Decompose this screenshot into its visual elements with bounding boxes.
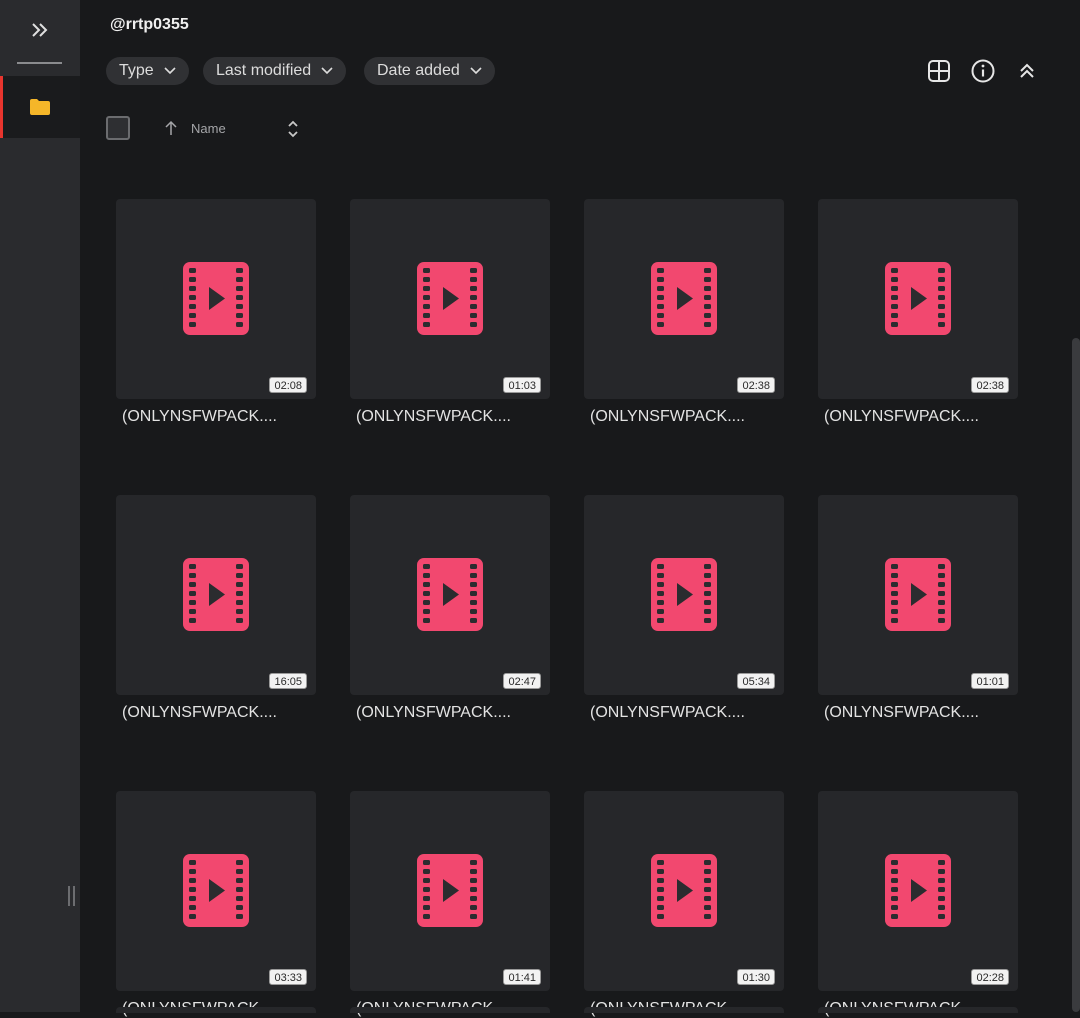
video-duration-badge: 02:38 [737, 377, 775, 393]
sidebar-divider [17, 62, 62, 64]
collapse-up-icon [1020, 63, 1034, 78]
last-modified-filter-label: Last modified [216, 62, 312, 79]
date-added-filter-dropdown[interactable]: Date added [364, 57, 495, 85]
file-thumbnail[interactable]: 16:05 [116, 495, 316, 695]
grid-view-button[interactable] [925, 57, 953, 85]
video-file-icon [183, 558, 249, 631]
page-title: @rrtp0355 [110, 16, 189, 33]
video-duration-badge: 16:05 [269, 673, 307, 689]
video-duration-badge: 02:47 [503, 673, 541, 689]
video-file-icon [651, 262, 717, 335]
scrollbar-thumb[interactable] [1072, 338, 1080, 1012]
sidebar-item-folder[interactable] [0, 76, 80, 138]
video-file-icon [417, 854, 483, 927]
name-column-header[interactable]: Name [191, 121, 226, 136]
file-name: (ONLYNSFWPACK.... [824, 704, 979, 721]
file-card[interactable]: 01:03 (ONLYNSFWPACK.... [350, 199, 550, 426]
video-file-icon [183, 262, 249, 335]
collapse-button[interactable] [1013, 57, 1041, 85]
info-button[interactable] [969, 57, 997, 85]
video-duration-badge: 01:41 [503, 969, 541, 985]
file-card[interactable]: 01:30 (ONLYNSFWPACK.... [584, 791, 784, 1018]
file-name: (ONLYNSFWPACK.... [356, 408, 511, 425]
file-thumbnail[interactable]: 01:41 [350, 791, 550, 991]
double-chevron-right-icon [32, 23, 48, 37]
video-file-icon [885, 854, 951, 927]
chevron-down-icon [321, 67, 333, 75]
video-duration-badge: 02:38 [971, 377, 1009, 393]
file-name: (ONLYNSFWPACK.... [824, 408, 979, 425]
select-all-checkbox[interactable] [106, 116, 130, 140]
file-thumbnail[interactable]: 05:34 [584, 495, 784, 695]
file-name: (ONLYNSFWPACK.... [356, 704, 511, 721]
file-card[interactable]: 02:38 (ONLYNSFWPACK.... [584, 199, 784, 426]
sort-toggle-icon[interactable] [286, 118, 300, 140]
file-grid: 02:08 (ONLYNSFWPACK.... 01:03 (ONLYNSFWP… [116, 199, 1020, 1018]
chevron-down-icon [470, 67, 482, 75]
video-duration-badge: 05:34 [737, 673, 775, 689]
file-thumbnail[interactable]: 01:03 [350, 199, 550, 399]
file-card[interactable]: 01:01 (ONLYNSFWPACK.... [818, 495, 1018, 722]
video-duration-badge: 01:01 [971, 673, 1009, 689]
file-card[interactable]: 02:38 (ONLYNSFWPACK.... [818, 199, 1018, 426]
last-modified-filter-dropdown[interactable]: Last modified [203, 57, 347, 85]
file-thumbnail[interactable]: 01:01 [818, 495, 1018, 695]
video-duration-badge: 02:08 [269, 377, 307, 393]
video-duration-badge: 02:28 [971, 969, 1009, 985]
file-name: (ONLYNSFWPACK.... [122, 704, 277, 721]
main-content: @rrtp0355 Type Last modified Date added [80, 0, 1080, 1017]
video-duration-badge: 01:30 [737, 969, 775, 985]
file-thumbnail[interactable]: 01:30 [584, 791, 784, 991]
date-added-filter-label: Date added [377, 62, 460, 79]
file-card[interactable]: 02:28 (ONLYNSFWPACK.... [818, 791, 1018, 1018]
file-thumbnail[interactable]: 02:38 [584, 199, 784, 399]
video-file-icon [885, 558, 951, 631]
video-file-icon [651, 558, 717, 631]
video-file-icon [885, 262, 951, 335]
file-card[interactable]: 05:34 (ONLYNSFWPACK.... [584, 495, 784, 722]
sidebar-resize-handle[interactable] [68, 886, 76, 906]
video-file-icon [417, 262, 483, 335]
folder-icon [30, 99, 50, 115]
grid-view-icon [928, 60, 950, 82]
file-name: (ONLYNSFWPACK.... [590, 704, 745, 721]
video-duration-badge: 01:03 [503, 377, 541, 393]
file-card[interactable]: 01:41 (ONLYNSFWPACK.... [350, 791, 550, 1018]
file-card[interactable]: 16:05 (ONLYNSFWPACK.... [116, 495, 316, 722]
chevron-down-icon [164, 67, 176, 75]
info-icon [971, 59, 995, 83]
file-thumbnail[interactable]: 02:38 [818, 199, 1018, 399]
video-file-icon [651, 854, 717, 927]
type-filter-dropdown[interactable]: Type [106, 57, 189, 85]
sort-ascending-icon[interactable] [164, 120, 178, 136]
type-filter-label: Type [119, 62, 154, 79]
expand-sidebar-button[interactable] [0, 0, 80, 60]
next-row-partial [116, 1007, 1020, 1013]
video-duration-badge: 03:33 [269, 969, 307, 985]
file-thumbnail[interactable]: 03:33 [116, 791, 316, 991]
file-thumbnail[interactable]: 02:08 [116, 199, 316, 399]
video-file-icon [417, 558, 483, 631]
video-file-icon [183, 854, 249, 927]
file-card[interactable]: 02:08 (ONLYNSFWPACK.... [116, 199, 316, 426]
file-card[interactable]: 03:33 (ONLYNSFWPACK.... [116, 791, 316, 1018]
scrollbar-track[interactable] [1070, 160, 1080, 1012]
file-thumbnail[interactable]: 02:28 [818, 791, 1018, 991]
file-name: (ONLYNSFWPACK.... [590, 408, 745, 425]
file-card[interactable]: 02:47 (ONLYNSFWPACK.... [350, 495, 550, 722]
file-name: (ONLYNSFWPACK.... [122, 408, 277, 425]
sidebar [0, 0, 80, 1012]
file-thumbnail[interactable]: 02:47 [350, 495, 550, 695]
